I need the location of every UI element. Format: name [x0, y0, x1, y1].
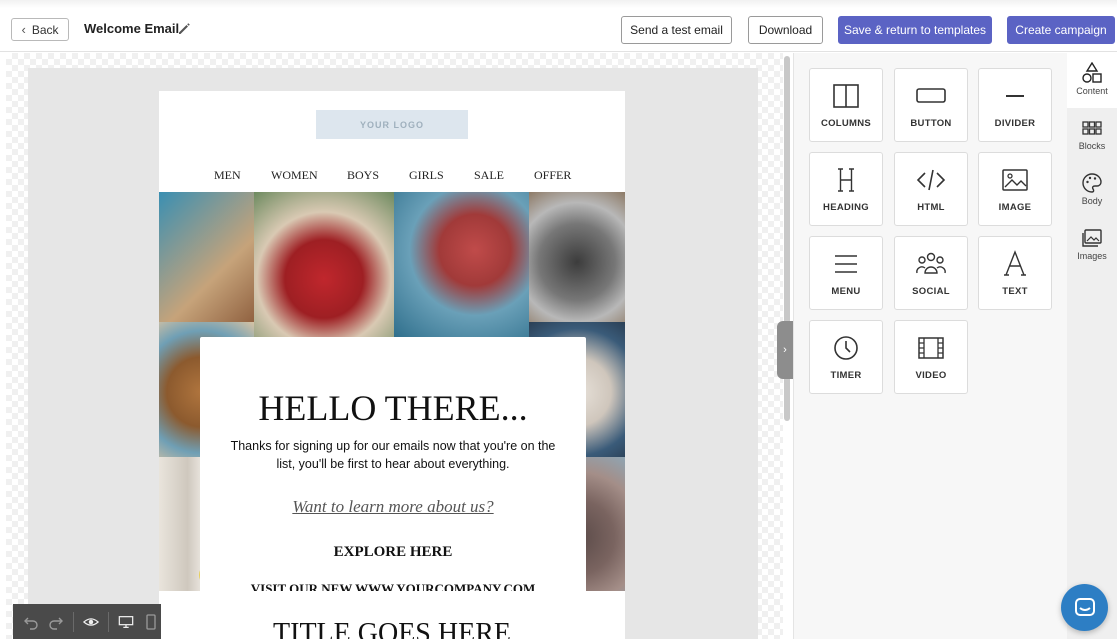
menu-icon [835, 255, 857, 273]
tool-heading[interactable]: HEADING [809, 152, 883, 226]
redo-icon[interactable] [48, 614, 64, 630]
clock-icon [834, 336, 858, 360]
back-label: Back [31, 22, 59, 37]
image-icon [1002, 169, 1028, 191]
photo-tile [529, 192, 625, 332]
template-title: Welcome Email [84, 21, 180, 36]
columns-icon [833, 84, 859, 108]
hero-heading[interactable]: HELLO THERE... [200, 387, 586, 429]
shapes-icon [1082, 62, 1102, 83]
tab-label: Body [1081, 196, 1103, 206]
divider-icon [1006, 95, 1024, 97]
tab-label: Images [1077, 251, 1107, 261]
heading-icon [838, 168, 854, 192]
download-button[interactable]: Download [748, 16, 823, 44]
tool-image[interactable]: IMAGE [978, 152, 1052, 226]
photo-tile [394, 192, 529, 337]
side-tabs: Content Blocks Body Images [1067, 53, 1117, 639]
back-button[interactable]: ‹ Back [11, 18, 69, 41]
undo-icon[interactable] [23, 614, 39, 630]
tool-label: DIVIDER [994, 118, 1036, 129]
hero-card[interactable]: HELLO THERE... Thanks for signing up for… [200, 337, 586, 591]
nav-item[interactable]: SALE [474, 168, 504, 183]
toolbar-divider [108, 611, 109, 632]
chevron-right-icon: › [783, 344, 787, 356]
logo-placeholder[interactable]: YOUR LOGO [316, 110, 468, 139]
section-title[interactable]: TITLE GOES HERE [159, 618, 625, 639]
images-icon [1082, 229, 1102, 247]
tool-label: HEADING [823, 202, 869, 213]
explore-link[interactable]: EXPLORE HERE [200, 544, 586, 561]
tool-video[interactable]: VIDEO [894, 320, 968, 394]
desktop-icon[interactable] [118, 614, 134, 630]
visit-website-text[interactable]: VISIT OUR NEW WWW.YOURCOMPANY.COM [200, 581, 586, 591]
send-test-email-button[interactable]: Send a test email [621, 16, 732, 44]
palette-icon [1082, 173, 1102, 193]
tool-label: VIDEO [915, 370, 947, 381]
photo-tile [254, 192, 394, 337]
tool-social[interactable]: SOCIAL [894, 236, 968, 310]
chat-launcher[interactable] [1061, 584, 1108, 631]
tool-html[interactable]: HTML [894, 152, 968, 226]
chevron-left-icon: ‹ [21, 22, 26, 37]
nav-item[interactable]: WOMEN [271, 168, 318, 183]
tool-label: IMAGE [998, 202, 1032, 213]
tab-content[interactable]: Content [1067, 53, 1117, 108]
save-return-button[interactable]: Save & return to templates [838, 16, 992, 44]
tool-label: BUTTON [910, 118, 952, 129]
tool-label: HTML [917, 202, 945, 213]
pencil-icon[interactable] [176, 20, 192, 36]
grid-icon [1082, 121, 1102, 135]
collapse-panel-button[interactable]: › [777, 321, 793, 379]
tool-label: TEXT [1002, 286, 1028, 297]
video-icon [918, 337, 944, 359]
nav-item[interactable]: OFFER [534, 168, 571, 183]
nav-item[interactable]: MEN [214, 168, 241, 183]
tab-images[interactable]: Images [1067, 218, 1117, 273]
bottom-toolbar [13, 604, 161, 639]
tool-label: TIMER [830, 370, 862, 381]
chat-icon [1074, 597, 1095, 616]
tool-timer[interactable]: TIMER [809, 320, 883, 394]
tool-label: MENU [831, 286, 861, 297]
tab-label: Content [1076, 86, 1108, 96]
hero-intro-text[interactable]: Thanks for signing up for our emails now… [230, 437, 556, 473]
code-icon [916, 169, 946, 191]
button-icon [916, 88, 946, 103]
top-shadow [0, 0, 1117, 8]
mobile-icon[interactable] [143, 613, 159, 630]
nav-item[interactable]: GIRLS [409, 168, 444, 183]
preview-eye-icon[interactable] [83, 614, 99, 630]
tool-divider[interactable]: DIVIDER [978, 68, 1052, 142]
learn-more-link[interactable]: Want to learn more about us? [200, 497, 586, 517]
tool-columns[interactable]: COLUMNS [809, 68, 883, 142]
photo-tile [159, 192, 254, 332]
tool-text[interactable]: TEXT [978, 236, 1052, 310]
tab-blocks[interactable]: Blocks [1067, 108, 1117, 163]
social-icon [916, 252, 946, 274]
top-bar: ‹ Back Welcome Email Send a test email D… [0, 0, 1117, 52]
tool-menu[interactable]: MENU [809, 236, 883, 310]
tab-body[interactable]: Body [1067, 163, 1117, 218]
text-icon [1004, 250, 1026, 276]
tab-label: Blocks [1078, 141, 1106, 151]
hero-image-section[interactable]: HELLO THERE... Thanks for signing up for… [159, 192, 625, 591]
nav-item[interactable]: BOYS [347, 168, 379, 183]
create-campaign-button[interactable]: Create campaign [1007, 16, 1115, 44]
content-panel: COLUMNS BUTTON DIVIDER HEADING HTML IMAG… [793, 53, 1067, 639]
tool-button[interactable]: BUTTON [894, 68, 968, 142]
tool-label: SOCIAL [912, 286, 950, 297]
tool-label: COLUMNS [820, 118, 872, 129]
toolbar-divider [73, 611, 74, 632]
email-content[interactable]: YOUR LOGO MEN WOMEN BOYS GIRLS SALE OFFE… [159, 91, 625, 639]
